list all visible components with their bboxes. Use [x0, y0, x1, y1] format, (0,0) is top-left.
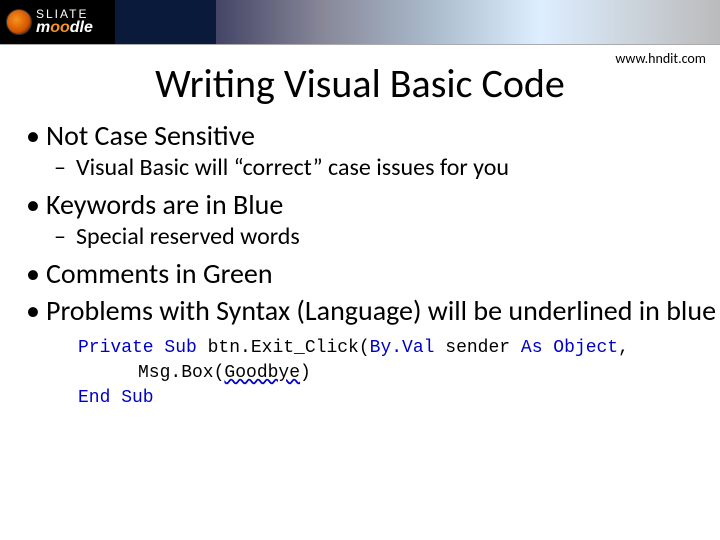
sub-list: Visual Basic will “correct” case issues … — [46, 153, 720, 183]
banner-text: SLIATE moodle — [36, 8, 93, 36]
code-line-2: Msg.Box(Goodbye) — [78, 361, 720, 386]
bullet-text: Not Case Sensitive — [46, 118, 255, 153]
code-line-3: End Sub — [78, 386, 720, 411]
site-url: www.hndit.com — [615, 50, 706, 67]
code-example: Private Sub btn.Exit_Click(By.Val sender… — [78, 336, 720, 412]
bullet-text: Problems with Syntax (Language) will be … — [46, 293, 716, 328]
bullet-item: Not Case Sensitive Visual Basic will “co… — [20, 118, 720, 183]
sub-list: Special reserved words — [46, 222, 720, 252]
code-line-1: Private Sub btn.Exit_Click(By.Val sender… — [78, 336, 720, 361]
bullet-list: Not Case Sensitive Visual Basic will “co… — [20, 118, 720, 328]
bullet-item: Comments in Green — [20, 256, 720, 291]
banner-line2: moodle — [36, 20, 93, 36]
bullet-item: Problems with Syntax (Language) will be … — [20, 293, 720, 328]
sub-item: Visual Basic will “correct” case issues … — [46, 153, 720, 183]
sub-item: Special reserved words — [46, 222, 720, 252]
slide-title: Writing Visual Basic Code — [0, 59, 720, 108]
header-banner: SLIATE moodle — [0, 0, 720, 45]
banner-logo: SLIATE moodle — [0, 8, 93, 36]
moodle-icon — [6, 9, 32, 35]
syntax-error-underline: Goodbye — [224, 363, 300, 383]
bullet-item: Keywords are in Blue Special reserved wo… — [20, 187, 720, 252]
bullet-text: Keywords are in Blue — [46, 187, 283, 222]
bullet-text: Comments in Green — [46, 256, 273, 291]
